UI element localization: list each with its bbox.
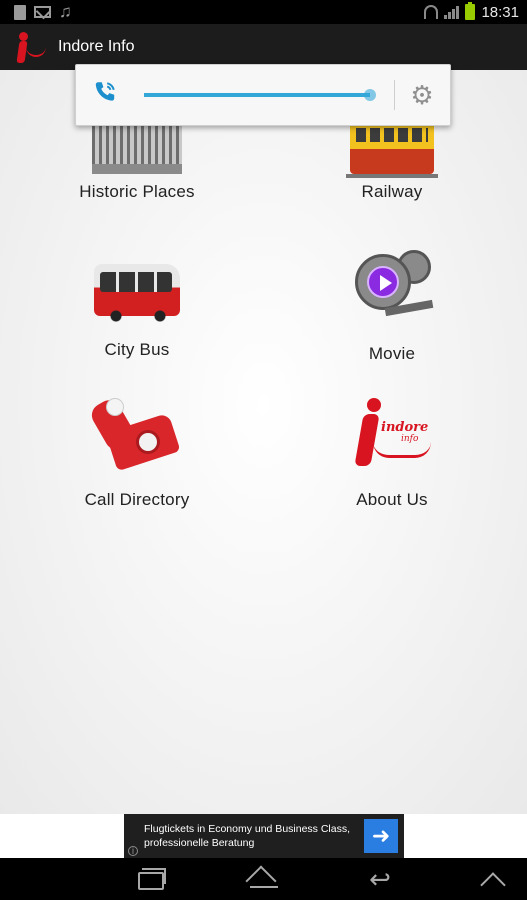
tile-label-city-bus: City Bus [104,340,170,359]
mail-icon [34,6,51,18]
navigation-bar: ↩ [0,858,527,900]
city-bus-icon [94,264,180,322]
recents-icon[interactable] [130,866,170,892]
signal-icon [444,5,460,19]
volume-slider[interactable] [144,89,376,101]
wifi-icon [424,5,439,19]
menu-up-icon[interactable] [474,866,514,892]
back-icon[interactable]: ↩ [360,866,400,892]
tile-label-call-directory: Call Directory [84,490,190,509]
home-icon[interactable] [244,866,284,892]
system-icons: 18:31 [424,2,519,21]
battery-icon [465,2,476,20]
ad-info-icon[interactable]: i [128,846,138,857]
volume-divider [394,80,395,110]
tile-label-historic-places: Historic Places [79,182,195,201]
tile-label-about-us: About Us [356,490,428,509]
volume-popup: ⚙ [75,64,451,126]
call-volume-icon[interactable] [92,79,132,111]
app-title: Indore Info [58,38,135,55]
ad-banner[interactable]: Flugtickets in Economy und Business Clas… [124,814,404,858]
tile-label-railway: Railway [361,182,423,201]
call-directory-icon [87,395,182,472]
about-us-icon: indore info [347,398,437,470]
volume-slider-thumb[interactable] [364,89,376,101]
notification-icons: ♫ [14,2,75,21]
volume-slider-fill [144,93,370,97]
tile-label-movie: Movie [368,344,416,363]
about-logo-word: indore [381,420,429,435]
music-icon: ♫ [59,2,72,21]
tile-call-directory[interactable]: Call Directory [37,395,237,510]
gear-icon[interactable]: ⚙ [407,80,437,110]
tile-about-us[interactable]: indore info About Us [292,398,492,510]
tile-city-bus[interactable]: City Bus [37,258,237,360]
indore-info-logo-icon[interactable] [14,29,48,65]
movie-icon [347,250,437,322]
main-content: Historic Places Railway City Bus Movie C… [0,70,527,814]
ad-arrow-icon[interactable]: ➜ [364,819,398,853]
tile-movie[interactable]: Movie [292,250,492,364]
railway-icon [346,118,438,178]
ad-text[interactable]: Flugtickets in Economy und Business Clas… [124,822,362,850]
status-bar: ♫ 18:31 [0,0,527,24]
status-time: 18:31 [481,3,519,21]
document-icon [14,4,26,20]
